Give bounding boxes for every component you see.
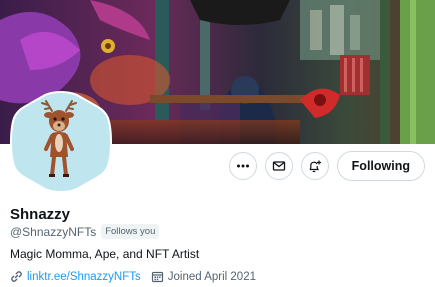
profile-bio: Magic Momma, Ape, and NFT Artist xyxy=(10,247,200,261)
message-button[interactable] xyxy=(264,152,293,180)
user-handle: @ShnazzyNFTs xyxy=(10,224,97,239)
bell-plus-icon xyxy=(309,160,322,172)
link-icon xyxy=(11,271,22,282)
more-button[interactable] xyxy=(228,152,257,180)
profile-avatar[interactable] xyxy=(10,91,112,193)
joined-item: Joined April 2021 xyxy=(151,270,256,283)
calendar-icon xyxy=(151,271,163,283)
notify-button[interactable] xyxy=(300,152,329,180)
display-name: Shnazzy xyxy=(10,206,71,223)
more-horizontal-icon xyxy=(236,164,249,168)
profile-meta: linktr.ee/ShnazzyNFTs Joined April 2021 xyxy=(10,270,266,283)
following-button[interactable]: Following xyxy=(336,151,425,181)
website-item: linktr.ee/ShnazzyNFTs xyxy=(10,270,141,283)
follows-you-badge: Follows you xyxy=(101,224,160,239)
joined-date: Joined April 2021 xyxy=(167,270,256,283)
profile-actions: Following xyxy=(228,151,425,181)
website-link[interactable]: linktr.ee/ShnazzyNFTs xyxy=(27,271,141,283)
handle-row: @ShnazzyNFTs Follows you xyxy=(10,224,160,239)
envelope-icon xyxy=(272,161,285,171)
